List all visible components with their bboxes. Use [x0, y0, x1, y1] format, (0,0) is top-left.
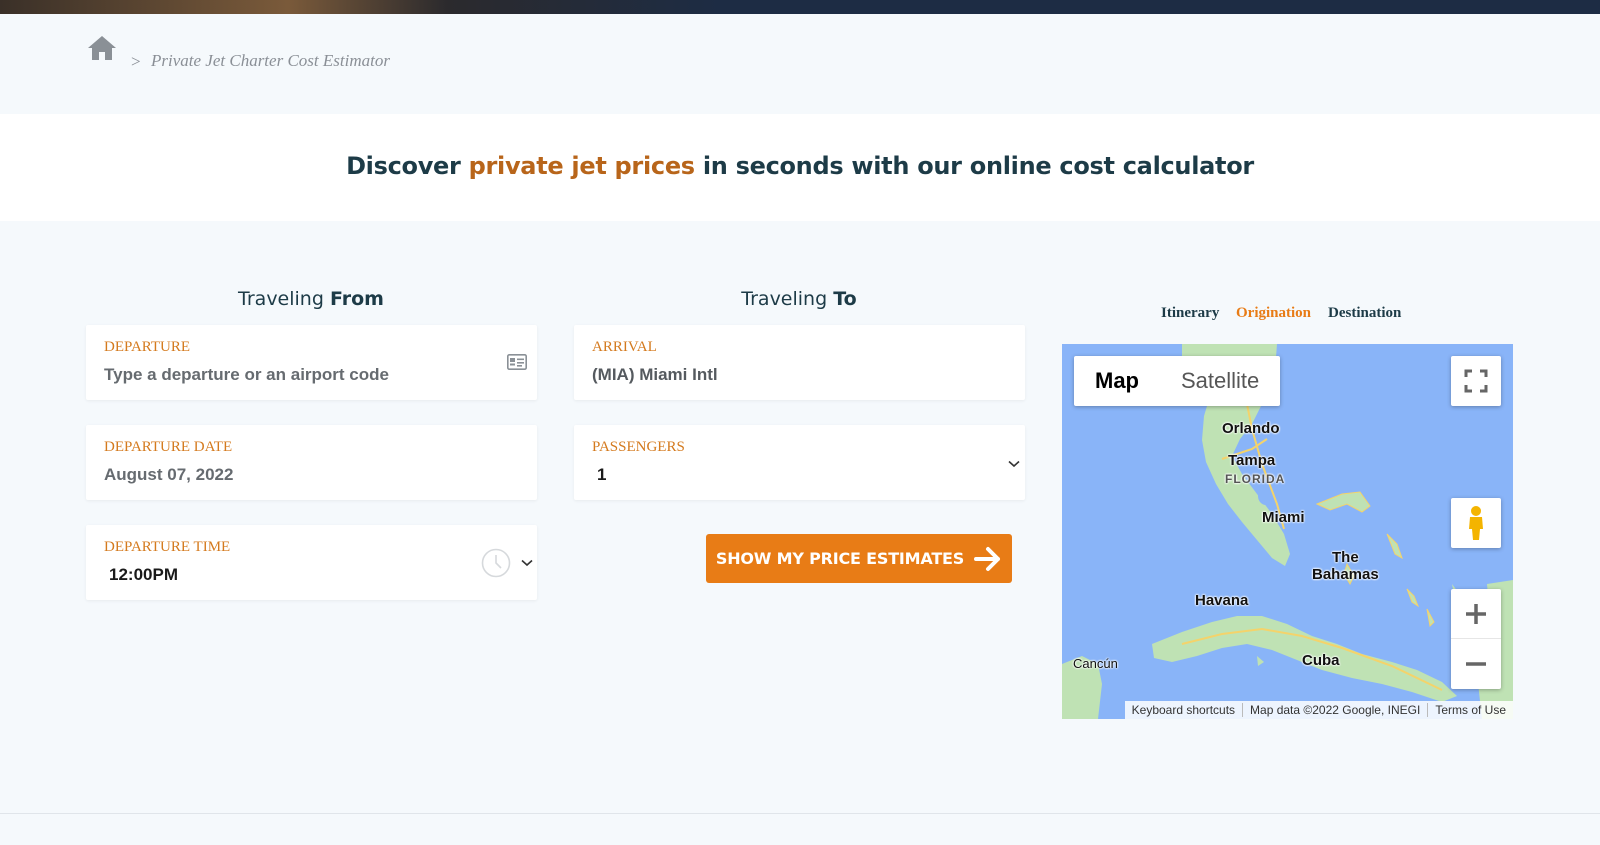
fullscreen-button[interactable] — [1451, 356, 1501, 406]
clock-icon — [481, 548, 511, 578]
departure-time-value: 12:00PM — [109, 565, 178, 584]
hero-image-strip — [0, 0, 1600, 14]
zoom-out-button[interactable] — [1451, 639, 1501, 689]
page-headline: Discover private jet prices in seconds w… — [346, 152, 1254, 180]
departure-time-label: DEPARTURE TIME — [104, 539, 231, 555]
address-card-icon[interactable] — [507, 354, 527, 370]
arrival-value: (MIA) Miami Intl — [592, 365, 718, 384]
map-label-bahamas: The Bahamas — [1312, 549, 1379, 583]
chevron-down-icon[interactable] — [1008, 460, 1020, 468]
to-title: Traveling To — [741, 288, 857, 310]
map-label-orlando: Orlando — [1222, 420, 1280, 437]
map-label-florida: FLORIDA — [1225, 472, 1286, 486]
map-type-satellite-button[interactable]: Satellite — [1160, 356, 1280, 406]
keyboard-shortcuts-link[interactable]: Keyboard shortcuts — [1125, 703, 1242, 717]
arrow-right-icon — [974, 546, 1001, 571]
departure-input[interactable] — [104, 362, 484, 388]
arrival-field[interactable]: ARRIVAL (MIA) Miami Intl — [574, 325, 1025, 400]
map-type-control: Map Satellite — [1074, 356, 1281, 406]
cta-label: SHOW MY PRICE ESTIMATES — [715, 549, 965, 568]
departure-date-value: August 07, 2022 — [104, 465, 234, 484]
passengers-select[interactable]: PASSENGERS 1 — [574, 425, 1025, 500]
terms-of-use-link[interactable]: Terms of Use — [1427, 703, 1513, 717]
chevron-down-icon[interactable] — [521, 559, 533, 567]
plus-icon — [1466, 603, 1486, 624]
pegman-icon — [1469, 506, 1483, 540]
breadcrumb-separator: > — [131, 52, 141, 71]
map-label-cancun: Cancún — [1073, 656, 1118, 671]
fullscreen-icon — [1464, 369, 1488, 393]
departure-time-field[interactable]: DEPARTURE TIME 12:00PM — [86, 525, 537, 600]
map-label-cuba: Cuba — [1302, 652, 1340, 669]
passengers-value: 1 — [597, 465, 607, 484]
footer — [0, 814, 1600, 845]
departure-label: DEPARTURE — [104, 339, 191, 355]
departure-field[interactable]: DEPARTURE — [86, 325, 537, 400]
passengers-label: PASSENGERS — [592, 439, 685, 455]
street-view-pegman[interactable] — [1451, 498, 1501, 548]
departure-date-field[interactable]: DEPARTURE DATE August 07, 2022 — [86, 425, 537, 500]
map-attribution: Keyboard shortcuts Map data ©2022 Google… — [1124, 701, 1513, 719]
departure-date-label: DEPARTURE DATE — [104, 439, 233, 455]
from-title: Traveling From — [238, 288, 384, 310]
breadcrumb-current: Private Jet Charter Cost Estimator — [151, 51, 390, 70]
map[interactable]: Map Satellite Orlando Tampa FLORIDA Miam… — [1062, 344, 1513, 719]
minus-icon — [1466, 662, 1486, 666]
map-label-miami: Miami — [1262, 509, 1305, 526]
map-data-text: Map data ©2022 Google, INEGI — [1242, 703, 1427, 717]
tab-origination[interactable]: Origination — [1236, 305, 1311, 322]
home-icon[interactable] — [86, 34, 118, 62]
tab-itinerary[interactable]: Itinerary — [1161, 305, 1219, 322]
show-price-estimates-button[interactable]: SHOW MY PRICE ESTIMATES — [706, 534, 1012, 583]
map-label-havana: Havana — [1195, 592, 1249, 609]
zoom-in-button[interactable] — [1451, 589, 1501, 639]
tab-destination[interactable]: Destination — [1328, 305, 1401, 322]
map-label-tampa: Tampa — [1228, 452, 1276, 469]
zoom-control — [1451, 589, 1501, 689]
arrival-label: ARRIVAL — [592, 339, 657, 355]
map-type-map-button[interactable]: Map — [1074, 356, 1160, 406]
